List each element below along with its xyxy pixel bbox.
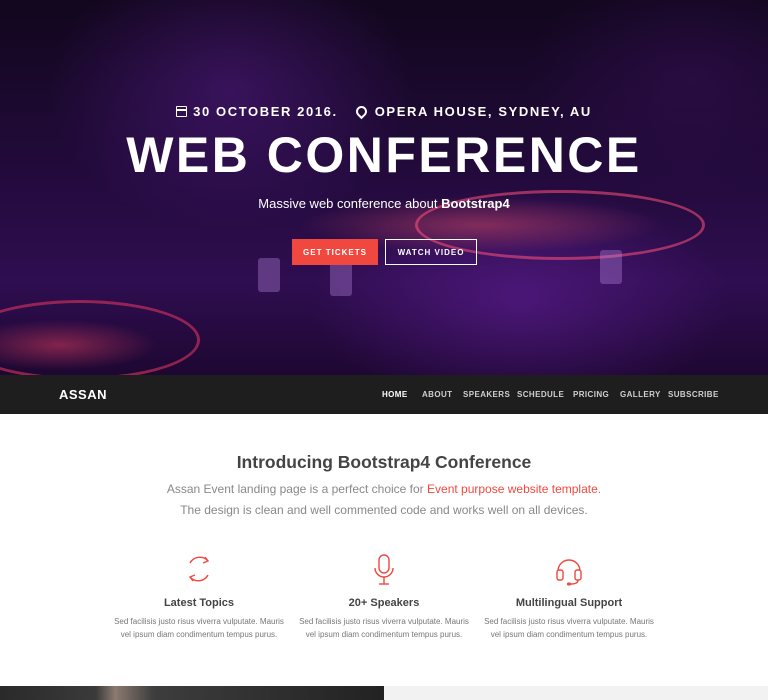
main-navbar: ASSAN HOME ABOUT SPEAKERS SCHEDULE PRICI… (0, 375, 768, 414)
feature-title: 20+ Speakers (348, 597, 420, 609)
refresh-icon (188, 556, 210, 582)
feature-description-line: vel ipsum diam condimentum tempus purus. (120, 630, 278, 639)
feature-latest-topics: Latest Topics Sed facilisis justo risus … (104, 553, 294, 641)
feature-description-line: Sed facilisis justo risus viverra vulput… (114, 617, 284, 626)
hero-subtitle-highlight: Bootstrap4 (441, 196, 510, 211)
feature-description: Sed facilisis justo risus viverra vulput… (289, 615, 479, 641)
hero-subtitle-text: Massive web conference about (258, 196, 442, 211)
intro-title: Introducing Bootstrap4 Conference (236, 452, 532, 472)
nav-item-pricing[interactable]: PRICING (573, 375, 609, 414)
feature-description-line: vel ipsum diam condimentum tempus purus. (305, 630, 463, 639)
intro-text-end: . (597, 482, 602, 496)
feature-multilingual-support: Multilingual Support Sed facilisis justo… (474, 553, 664, 641)
map-marker-icon (353, 103, 369, 120)
mixer-knob-decoration (600, 250, 622, 284)
mixer-knob-decoration (258, 258, 280, 292)
brand-logo[interactable]: ASSAN (59, 375, 107, 414)
feature-description: Sed facilisis justo risus viverra vulput… (474, 615, 664, 641)
event-template-link[interactable]: Event purpose website template (427, 482, 598, 496)
intro-description: Assan Event landing page is a perfect ch… (0, 482, 768, 496)
event-date: 30 OCTOBER 2016. (193, 104, 338, 119)
feature-description-line: Sed facilisis justo risus viverra vulput… (484, 617, 654, 626)
hero-subtitle: Massive web conference about Bootstrap4 (0, 196, 768, 211)
watch-video-button[interactable]: WATCH VIDEO (385, 239, 477, 265)
feature-description-line: vel ipsum diam condimentum tempus purus. (490, 630, 648, 639)
headset-icon (556, 559, 582, 586)
get-tickets-button[interactable]: GET TICKETS (292, 239, 378, 265)
nav-item-speakers[interactable]: SPEAKERS (463, 375, 510, 414)
intro-text: Assan Event landing page is a perfect ch… (166, 482, 428, 496)
nav-item-home[interactable]: HOME (382, 375, 408, 414)
speaker-photo-section (0, 686, 384, 700)
feature-title: Latest Topics (163, 597, 235, 609)
feature-speakers: 20+ Speakers Sed facilisis justo risus v… (289, 553, 479, 641)
microphone-icon (374, 554, 394, 585)
event-location: OPERA HOUSE, SYDNEY, AU (374, 104, 592, 119)
mixer-knob-decoration (330, 262, 352, 296)
nav-item-subscribe[interactable]: SUBSCRIBE (668, 375, 719, 414)
nav-item-schedule[interactable]: SCHEDULE (517, 375, 564, 414)
hero-section: 30 OCTOBER 2016. OPERA HOUSE, SYDNEY, AU… (0, 0, 768, 375)
calendar-icon (176, 106, 188, 117)
intro-description-secondary: The design is clean and well commented c… (180, 503, 588, 517)
feature-description: Sed facilisis justo risus viverra vulput… (104, 615, 294, 641)
event-meta: 30 OCTOBER 2016. OPERA HOUSE, SYDNEY, AU (0, 103, 768, 120)
feature-description-line: Sed facilisis justo risus viverra vulput… (299, 617, 469, 626)
content-panel-section (384, 686, 768, 700)
nav-item-about[interactable]: ABOUT (422, 375, 452, 414)
nav-item-gallery[interactable]: GALLERY (620, 375, 661, 414)
hero-title: WEB CONFERENCE (126, 127, 642, 183)
feature-title: Multilingual Support (515, 597, 623, 609)
